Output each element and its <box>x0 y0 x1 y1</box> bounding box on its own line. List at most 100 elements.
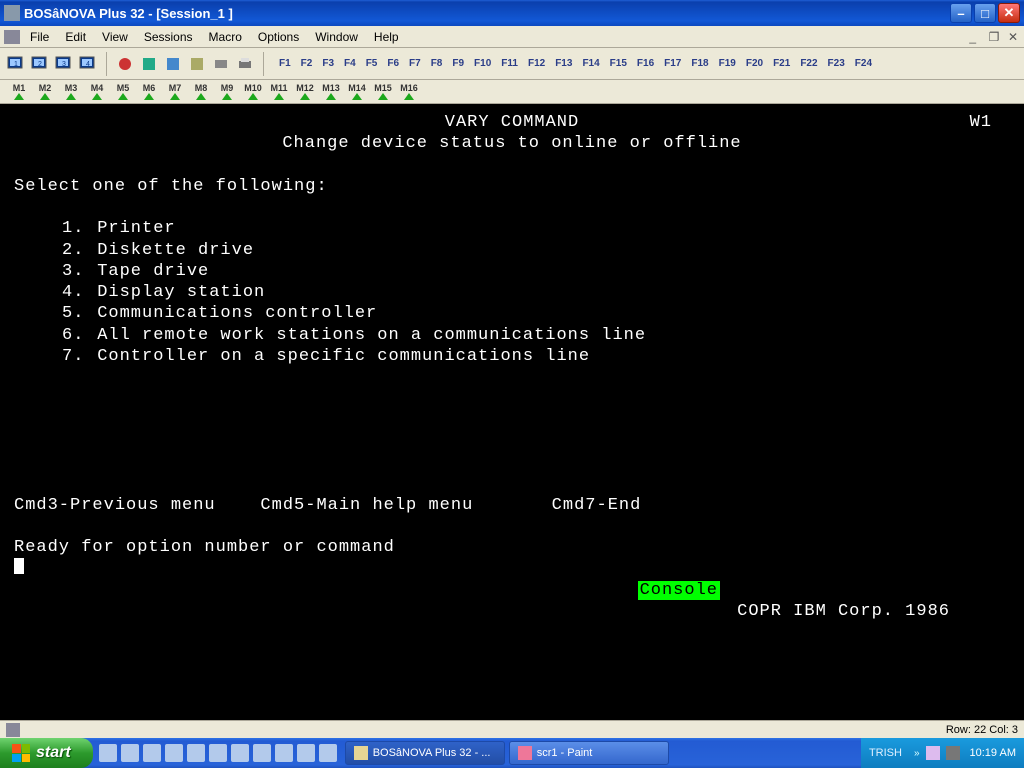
tool-e-icon[interactable] <box>211 54 231 74</box>
fkey-f7[interactable]: F7 <box>406 57 424 70</box>
terminal-3-icon[interactable]: 3 <box>54 54 74 74</box>
fkey-f4[interactable]: F4 <box>341 57 359 70</box>
fkey-f6[interactable]: F6 <box>384 57 402 70</box>
status-bar: Row: 22 Col: 3 <box>0 720 1024 738</box>
taskbar-button-paint[interactable]: scr1 - Paint <box>509 741 669 765</box>
close-button[interactable]: ✕ <box>998 3 1020 23</box>
ql-ie-icon[interactable] <box>99 744 117 762</box>
fkey-f16[interactable]: F16 <box>634 57 657 70</box>
tool-a-icon[interactable] <box>115 54 135 74</box>
ql-app4-icon[interactable] <box>231 744 249 762</box>
terminal-2-icon[interactable]: 2 <box>30 54 50 74</box>
status-icon <box>6 723 20 737</box>
ql-app5-icon[interactable] <box>253 744 271 762</box>
mdi-restore-button[interactable]: ❐ <box>981 28 997 46</box>
fkey-f1[interactable]: F1 <box>276 57 294 70</box>
session-tab-m16[interactable]: M16 <box>396 83 422 100</box>
fkey-f5[interactable]: F5 <box>363 57 381 70</box>
fkey-f22[interactable]: F22 <box>797 57 820 70</box>
tray-clock[interactable]: 10:19 AM <box>970 747 1016 759</box>
ql-app7-icon[interactable] <box>297 744 315 762</box>
play-icon <box>378 93 388 100</box>
ql-app1-icon[interactable] <box>165 744 183 762</box>
fkey-f8[interactable]: F8 <box>428 57 446 70</box>
fkey-f9[interactable]: F9 <box>449 57 467 70</box>
session-tab-m13[interactable]: M13 <box>318 83 344 100</box>
fkey-f23[interactable]: F23 <box>825 57 848 70</box>
fkey-f13[interactable]: F13 <box>552 57 575 70</box>
mdi-minimize-button[interactable]: _ <box>961 28 977 46</box>
start-label: start <box>36 744 71 762</box>
print-icon[interactable] <box>235 54 255 74</box>
session-tab-m7[interactable]: M7 <box>162 83 188 100</box>
fkey-f2[interactable]: F2 <box>298 57 316 70</box>
session-tab-m6[interactable]: M6 <box>136 83 162 100</box>
ql-app6-icon[interactable] <box>275 744 293 762</box>
menu-edit[interactable]: Edit <box>57 28 94 46</box>
fkey-f10[interactable]: F10 <box>471 57 494 70</box>
session-tab-m11[interactable]: M11 <box>266 83 292 100</box>
tool-b-icon[interactable] <box>139 54 159 74</box>
fkey-f24[interactable]: F24 <box>852 57 875 70</box>
fkey-row: F1 F2 F3 F4 F5 F6 F7 F8 F9 F10 F11 F12 F… <box>276 57 875 70</box>
tray-expand-icon[interactable]: » <box>914 748 920 759</box>
session-tab-m9[interactable]: M9 <box>214 83 240 100</box>
menu-view[interactable]: View <box>94 28 136 46</box>
ql-app3-icon[interactable] <box>209 744 227 762</box>
terminal-input-line[interactable] <box>14 558 1010 579</box>
fkey-f11[interactable]: F11 <box>498 57 521 70</box>
option-1: 1. Printer <box>14 218 1010 239</box>
session-tab-m8[interactable]: M8 <box>188 83 214 100</box>
session-tab-m3[interactable]: M3 <box>58 83 84 100</box>
maximize-button[interactable]: □ <box>974 3 996 23</box>
fkey-f15[interactable]: F15 <box>607 57 630 70</box>
session-tab-m4[interactable]: M4 <box>84 83 110 100</box>
ql-media-icon[interactable] <box>143 744 161 762</box>
ql-app8-icon[interactable] <box>319 744 337 762</box>
fkey-f3[interactable]: F3 <box>319 57 337 70</box>
windows-logo-icon <box>12 744 30 762</box>
session-tab-m5[interactable]: M5 <box>110 83 136 100</box>
fkey-f18[interactable]: F18 <box>688 57 711 70</box>
fkey-f14[interactable]: F14 <box>579 57 602 70</box>
taskbar-button-bosanova[interactable]: BOSâNOVA Plus 32 - ... <box>345 741 505 765</box>
session-tab-m15[interactable]: M15 <box>370 83 396 100</box>
system-tray: TRISH » 10:19 AM <box>861 738 1024 768</box>
minimize-button[interactable]: – <box>950 3 972 23</box>
session-tab-m10[interactable]: M10 <box>240 83 266 100</box>
tray-icon-1[interactable] <box>926 746 940 760</box>
terminal-1-icon[interactable]: 1 <box>6 54 26 74</box>
menu-file[interactable]: File <box>22 28 57 46</box>
terminal-screen[interactable]: W1 VARY COMMAND Change device status to … <box>0 104 1024 720</box>
start-button[interactable]: start <box>0 738 93 768</box>
menu-macro[interactable]: Macro <box>201 28 250 46</box>
menu-sessions[interactable]: Sessions <box>136 28 201 46</box>
fkey-f20[interactable]: F20 <box>743 57 766 70</box>
fkey-f19[interactable]: F19 <box>716 57 739 70</box>
play-icon <box>248 93 258 100</box>
play-icon <box>300 93 310 100</box>
svg-text:2: 2 <box>38 61 42 68</box>
mdi-close-button[interactable]: ✕ <box>1000 28 1016 46</box>
session-tab-m1[interactable]: M1 <box>6 83 32 100</box>
terminal-prompt: Select one of the following: <box>14 176 1010 197</box>
tool-d-icon[interactable] <box>187 54 207 74</box>
ql-desktop-icon[interactable] <box>121 744 139 762</box>
play-icon <box>92 93 102 100</box>
fkey-f17[interactable]: F17 <box>661 57 684 70</box>
tray-icon-2[interactable] <box>946 746 960 760</box>
quick-launch <box>93 738 343 768</box>
menu-window[interactable]: Window <box>307 28 366 46</box>
fkey-f12[interactable]: F12 <box>525 57 548 70</box>
session-tab-m14[interactable]: M14 <box>344 83 370 100</box>
ql-app2-icon[interactable] <box>187 744 205 762</box>
session-tab-m2[interactable]: M2 <box>32 83 58 100</box>
svg-text:1: 1 <box>14 61 18 68</box>
fkey-f21[interactable]: F21 <box>770 57 793 70</box>
menu-help[interactable]: Help <box>366 28 407 46</box>
tool-c-icon[interactable] <box>163 54 183 74</box>
menu-options[interactable]: Options <box>250 28 307 46</box>
session-tab-m12[interactable]: M12 <box>292 83 318 100</box>
play-icon <box>274 93 284 100</box>
terminal-4-icon[interactable]: 4 <box>78 54 98 74</box>
